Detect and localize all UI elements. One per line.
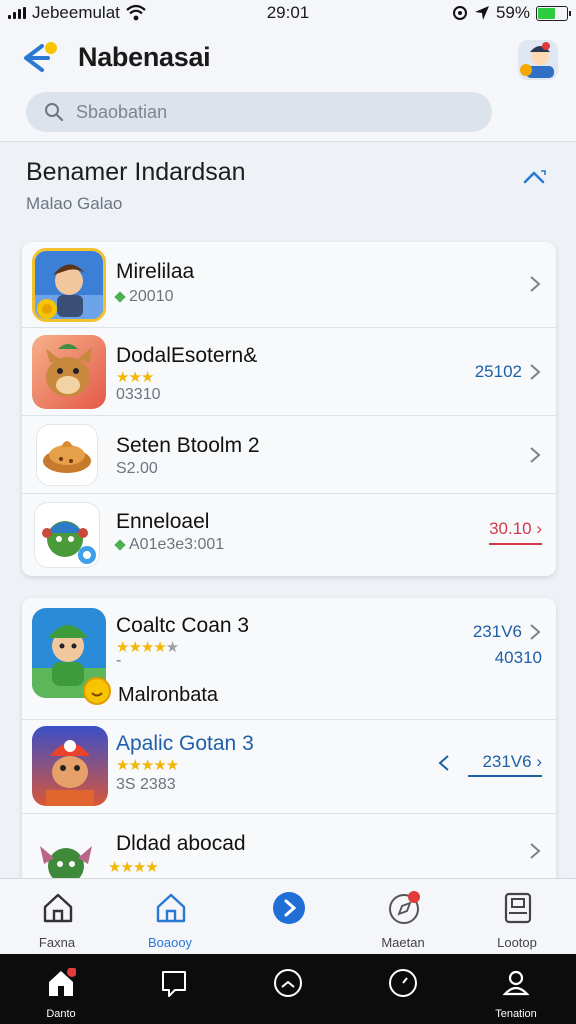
signal-icon [8, 7, 26, 19]
wifi-icon [126, 5, 146, 21]
house-icon [43, 893, 73, 923]
green-diamond-icon [114, 291, 126, 303]
play-circle-icon [273, 892, 305, 924]
dock-label: Tenation [495, 1008, 537, 1020]
nav-label: Faxna [38, 935, 76, 950]
green-diamond-icon [114, 539, 126, 551]
clock-icon [274, 969, 302, 997]
nav-label: Lootop [497, 935, 537, 950]
page-title: Nabenasai [78, 42, 211, 72]
dock-profile[interactable]: Tenation [481, 964, 551, 1020]
location-icon [474, 6, 489, 20]
person-icon [502, 970, 530, 996]
chevron-right-icon [530, 364, 541, 380]
search-bar[interactable] [26, 92, 492, 132]
dock-timer[interactable] [368, 964, 438, 1020]
carrier-label: Jebeemulat [32, 3, 120, 22]
rating-stars: ★★★★★ [116, 639, 179, 656]
nav-browse[interactable]: Boaooy [125, 887, 215, 951]
app-screen: Jebeemulat 29:01 59% Nabenasai Sbaobatia… [0, 0, 576, 1024]
system-dock: Danto Tenation [0, 954, 576, 1024]
app-meta: 20010 [114, 288, 174, 306]
price-label: 30.10 › [489, 519, 542, 545]
status-bar: Jebeemulat 29:01 59% [0, 0, 576, 26]
price-label: 231V6 [472, 622, 522, 641]
app-name: Dldad abocad [116, 832, 246, 855]
avatar[interactable] [516, 38, 560, 82]
dock-chat[interactable] [139, 964, 209, 1020]
app-meta-value: 20010 [129, 288, 174, 305]
app-icon [32, 335, 106, 409]
app-icon [32, 726, 108, 806]
nav-label: Boaooy [147, 935, 193, 950]
section-subtitle: Malao Galao [26, 194, 123, 213]
battery-icon [536, 5, 571, 21]
chat-icon [162, 971, 186, 997]
list-item[interactable]: Coaltc Coan 3 ★★★★★ - Malronbata 231V6 4… [22, 598, 556, 720]
app-name: Coaltc Coan 3 [116, 614, 250, 637]
app-meta: 3S 2383 [116, 776, 176, 793]
app-list-card: Mirelilaa 20010 DodalEsotern& ★★★ 03310 … [22, 242, 556, 576]
app-name: Enneloael [116, 510, 210, 533]
dock-label: Danto [46, 1008, 76, 1020]
list-item[interactable]: Enneloael A01e3e3:001 30.10 › [22, 494, 556, 576]
app-list-card: Coaltc Coan 3 ★★★★★ - Malronbata 231V6 4… [22, 598, 556, 898]
nav-library[interactable]: Lootop [472, 887, 562, 951]
price-value: 231V6 [482, 752, 532, 771]
app-icon [32, 248, 106, 322]
inbox-icon [504, 892, 532, 924]
search-icon [45, 103, 64, 122]
price-button[interactable]: 231V6 › [468, 752, 542, 777]
nav-home[interactable]: Faxna [12, 887, 102, 951]
rating-stars: ★★★ [116, 369, 154, 386]
nav-play[interactable] [243, 887, 333, 951]
battery-percent: 59% [495, 3, 530, 22]
chevron-right-icon [530, 447, 541, 463]
app-subtitle: Malronbata [118, 684, 219, 706]
home-icon [49, 968, 76, 996]
chevron-left-icon [438, 755, 449, 771]
collapse-chevron-icon[interactable] [520, 166, 548, 190]
chevron-right-icon [530, 624, 541, 640]
list-item[interactable]: DodalEsotern& ★★★ 03310 25102 [22, 328, 556, 416]
section-title: Benamer Indardsan [26, 158, 246, 186]
app-name: DodalEsotern& [116, 344, 258, 367]
price-secondary: 40310 [494, 648, 542, 667]
list-item[interactable]: Mirelilaa 20010 [22, 242, 556, 328]
nav-explore[interactable]: Maetan [358, 887, 448, 951]
app-name: Apalic Gotan 3 [116, 732, 254, 755]
app-meta: S2.00 [116, 460, 158, 477]
rating-stars: ★★★★★ [116, 757, 179, 774]
price-label: 25102 [474, 362, 522, 381]
app-meta: A01e3e3:001 [114, 536, 225, 554]
compass-icon [389, 891, 420, 924]
app-name: Seten Btoolm 2 [116, 434, 260, 457]
coin-badge-icon [83, 677, 111, 705]
chevron-right-icon [530, 276, 541, 292]
app-meta-value: A01e3e3:001 [129, 536, 225, 553]
dock-home[interactable]: Danto [26, 964, 96, 1020]
app-header: Nabenasai [0, 26, 576, 142]
app-icon [34, 502, 100, 568]
rating-stars: ★★★★ [108, 859, 159, 876]
search-input[interactable] [76, 101, 456, 123]
app-name: Mirelilaa [116, 260, 195, 283]
nav-label: Maetan [381, 935, 425, 950]
bottom-nav: Faxna Boaooy Maetan Lootop [0, 878, 576, 954]
dock-clock[interactable] [253, 964, 323, 1020]
app-meta: 03310 [116, 386, 161, 403]
app-icon [36, 424, 98, 486]
price-value: 30.10 [489, 519, 532, 538]
app-meta: - [116, 652, 122, 669]
alarm-icon [452, 6, 467, 20]
list-item[interactable]: Apalic Gotan 3 ★★★★★ 3S 2383 231V6 › [22, 720, 556, 814]
chevron-right-icon [530, 843, 541, 859]
house-outline-icon [156, 893, 186, 923]
list-item[interactable]: Seten Btoolm 2 S2.00 [22, 416, 556, 494]
timer-icon [389, 969, 417, 997]
back-button[interactable] [20, 38, 60, 78]
